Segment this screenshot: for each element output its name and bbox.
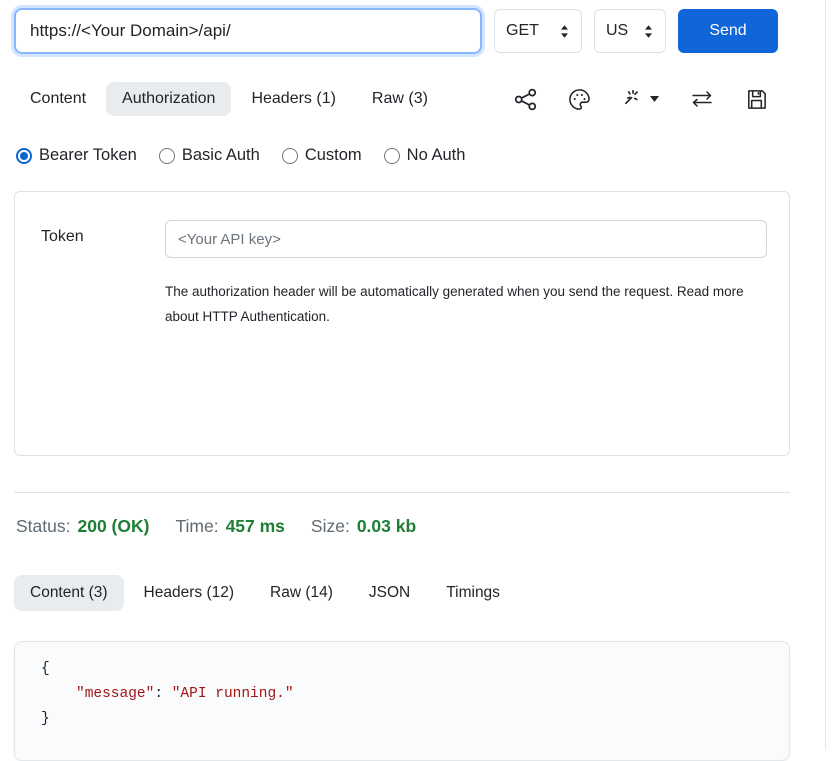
token-main: The authorization header will be automat… — [165, 220, 767, 329]
time-label: Time: — [175, 516, 218, 537]
request-bar: GET US Send — [14, 8, 778, 54]
radio-selected-icon — [16, 148, 32, 164]
size-group: Size: 0.03 kb — [311, 516, 416, 537]
api-tester-page: GET US Send Content Authorization Header… — [0, 0, 778, 761]
method-select[interactable]: GET — [494, 9, 582, 53]
resp-tab-raw[interactable]: Raw (14) — [254, 575, 349, 611]
url-input[interactable] — [14, 8, 482, 54]
code-line: { — [41, 657, 789, 682]
json-separator: : — [154, 686, 171, 702]
token-input[interactable] — [165, 220, 767, 258]
code-line: "message": "API running." — [41, 682, 789, 707]
tab-authorization[interactable]: Authorization — [106, 82, 231, 116]
share-icon[interactable] — [514, 88, 537, 111]
stepper-arrows-icon — [643, 24, 654, 39]
response-status-bar: Status: 200 (OK) Time: 457 ms Size: 0.03… — [14, 516, 778, 537]
method-select-value: GET — [506, 22, 539, 40]
tab-headers[interactable]: Headers (1) — [235, 82, 351, 116]
status-value: 200 (OK) — [77, 516, 149, 537]
status-label: Status: — [16, 516, 70, 537]
radio-unselected-icon — [384, 148, 400, 164]
page-edge-divider — [825, 0, 826, 750]
time-value: 457 ms — [226, 516, 285, 537]
section-divider — [14, 492, 790, 493]
resp-tab-timings[interactable]: Timings — [430, 575, 516, 611]
code-line: } — [41, 707, 789, 732]
palette-icon[interactable] — [568, 88, 591, 111]
token-label: Token — [41, 220, 165, 246]
auth-option-label: Custom — [305, 146, 362, 165]
tab-content[interactable]: Content — [14, 82, 102, 116]
radio-unselected-icon — [282, 148, 298, 164]
time-group: Time: 457 ms — [175, 516, 284, 537]
save-icon[interactable] — [745, 88, 768, 111]
token-help-text: The authorization header will be automat… — [165, 279, 763, 329]
auth-type-options: Bearer Token Basic Auth Custom No Auth — [14, 146, 778, 165]
request-toolbar — [514, 88, 778, 111]
auth-option-basic-auth[interactable]: Basic Auth — [159, 146, 260, 165]
response-body[interactable]: { "message": "API running." } — [14, 641, 790, 761]
size-value: 0.03 kb — [357, 516, 416, 537]
auth-option-no-auth[interactable]: No Auth — [384, 146, 466, 165]
auth-option-bearer-token[interactable]: Bearer Token — [16, 146, 137, 165]
token-panel: Token The authorization header will be a… — [14, 191, 790, 456]
size-label: Size: — [311, 516, 350, 537]
swap-arrows-icon[interactable] — [690, 89, 714, 109]
request-tabs: Content Authorization Headers (1) Raw (3… — [14, 82, 778, 116]
json-key: "message" — [76, 686, 154, 702]
region-select[interactable]: US — [594, 9, 666, 53]
auth-option-label: Bearer Token — [39, 146, 137, 165]
response-tabs: Content (3) Headers (12) Raw (14) JSON T… — [14, 575, 778, 611]
json-value: "API running." — [172, 686, 294, 702]
tab-raw[interactable]: Raw (3) — [356, 82, 444, 116]
magic-wand-dropdown-icon[interactable] — [622, 88, 659, 111]
send-button[interactable]: Send — [678, 9, 778, 53]
resp-tab-content[interactable]: Content (3) — [14, 575, 124, 611]
resp-tab-headers[interactable]: Headers (12) — [128, 575, 250, 611]
region-select-value: US — [606, 22, 628, 40]
radio-unselected-icon — [159, 148, 175, 164]
resp-tab-json[interactable]: JSON — [353, 575, 426, 611]
status-group: Status: 200 (OK) — [16, 516, 149, 537]
stepper-arrows-icon — [559, 24, 570, 39]
auth-option-label: No Auth — [407, 146, 466, 165]
auth-option-custom[interactable]: Custom — [282, 146, 362, 165]
auth-option-label: Basic Auth — [182, 146, 260, 165]
